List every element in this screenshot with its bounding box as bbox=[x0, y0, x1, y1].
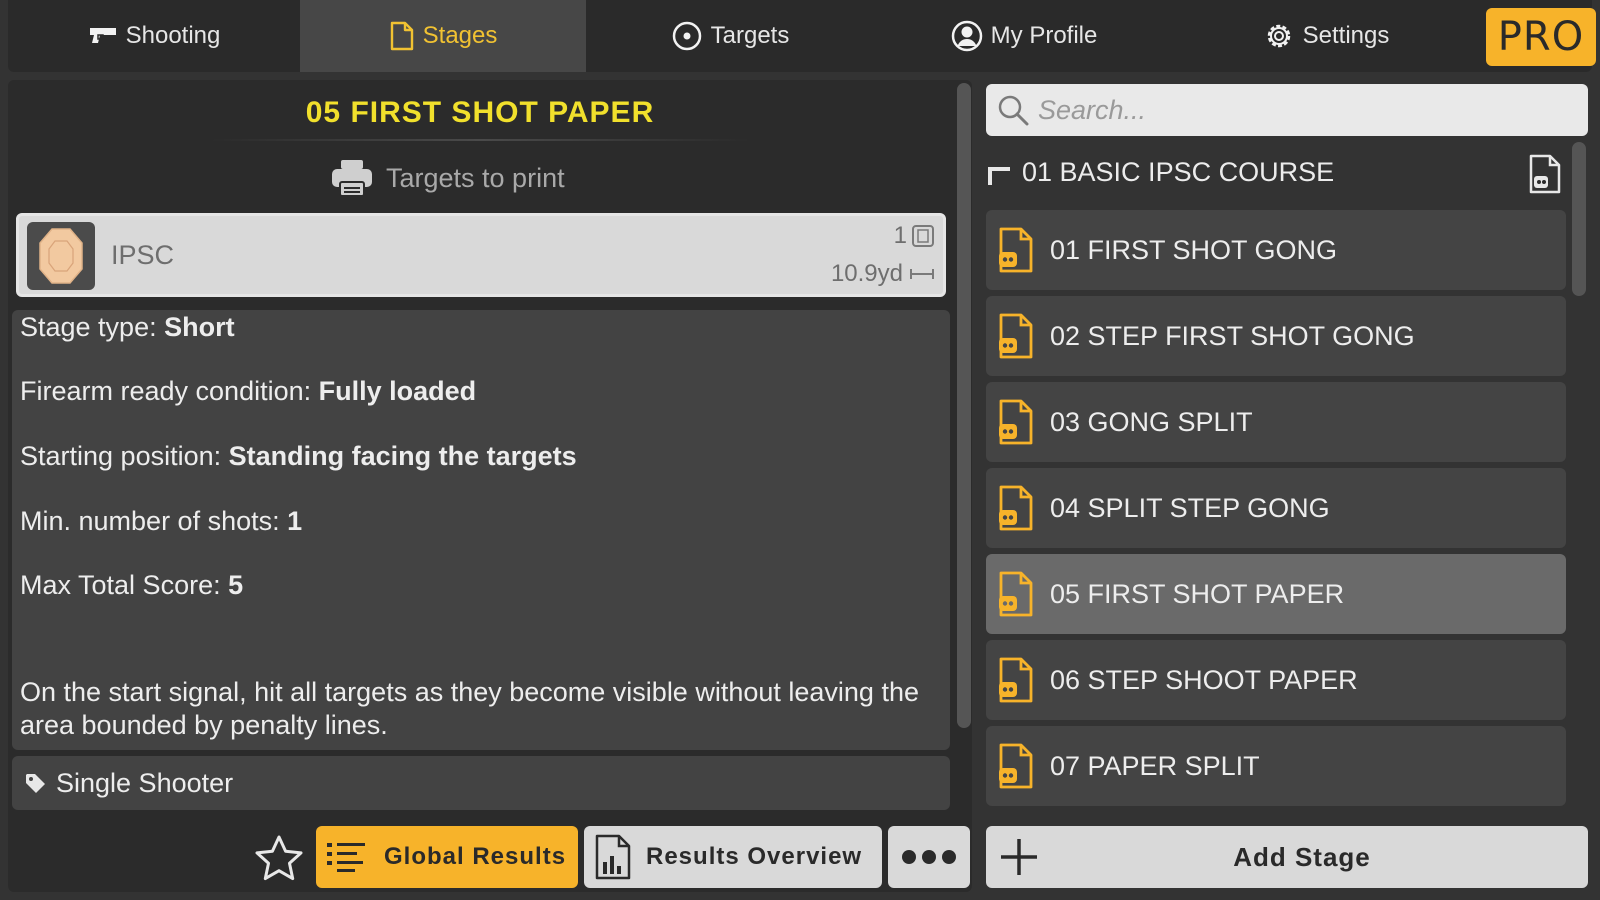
tab-label: Targets bbox=[710, 22, 790, 49]
add-stage-button[interactable]: Add Stage bbox=[986, 826, 1588, 888]
stage-list-label: 03 GONG SPLIT bbox=[1050, 406, 1253, 437]
more-dot-icon bbox=[942, 850, 956, 864]
corner-arrow-icon bbox=[988, 167, 1010, 185]
targets-to-print-button[interactable]: Targets to print bbox=[330, 156, 565, 200]
target-count-icon bbox=[912, 225, 934, 247]
stage-list-item[interactable]: 02 STEP FIRST SHOT GONG bbox=[986, 296, 1566, 376]
stage-list-label: 06 STEP SHOOT PAPER bbox=[1050, 664, 1358, 695]
target-distance-value: 10.9yd bbox=[830, 260, 903, 287]
tab-label: Settings bbox=[1302, 22, 1390, 49]
min-shots-value: 1 bbox=[287, 506, 303, 536]
results-overview-button[interactable]: Results Overview bbox=[584, 826, 882, 888]
tag-label: Single Shooter bbox=[56, 767, 234, 798]
max-score-line: Max Total Score: 5 bbox=[20, 570, 243, 601]
max-score-value: 5 bbox=[228, 570, 244, 600]
target-count: 1 bbox=[894, 222, 935, 250]
min-shots-line: Min. number of shots: 1 bbox=[20, 506, 302, 537]
target-name: IPSC bbox=[111, 240, 175, 270]
stage-file-icon bbox=[999, 227, 1033, 273]
global-results-label: Global Results bbox=[384, 843, 567, 870]
title-divider bbox=[210, 139, 750, 141]
starting-position-value: Standing facing the targets bbox=[228, 441, 577, 471]
tag-icon bbox=[26, 774, 45, 793]
gear-icon bbox=[1267, 24, 1290, 48]
stage-list-item[interactable]: 03 GONG SPLIT bbox=[986, 382, 1566, 462]
stage-file-icon bbox=[999, 399, 1033, 445]
stage-details: Stage type: Short Firearm ready conditio… bbox=[12, 310, 950, 750]
target-thumbnail bbox=[27, 222, 95, 290]
target-card[interactable]: IPSC 1 10.9yd bbox=[16, 213, 946, 297]
favorite-star-icon[interactable] bbox=[252, 833, 306, 887]
pistol-icon bbox=[89, 28, 116, 43]
ready-condition-label: Firearm ready condition: bbox=[20, 376, 312, 406]
stage-list-item[interactable]: 07 PAPER SPLIT bbox=[986, 726, 1566, 806]
stage-tag[interactable]: Single Shooter bbox=[12, 756, 950, 810]
pro-label: PRO bbox=[1497, 14, 1585, 60]
stage-file-icon bbox=[999, 657, 1033, 703]
stage-list-label: 01 FIRST SHOT GONG bbox=[1050, 234, 1338, 265]
course-file-icon[interactable] bbox=[1528, 154, 1562, 194]
global-results-button[interactable]: Global Results bbox=[316, 826, 578, 888]
detail-scrollbar[interactable] bbox=[957, 83, 971, 728]
more-dot-icon bbox=[902, 850, 916, 864]
printer-icon bbox=[332, 160, 372, 197]
target-icon bbox=[672, 21, 701, 51]
results-overview-label: Results Overview bbox=[646, 843, 863, 870]
stage-list-item[interactable]: 04 SPLIT STEP GONG bbox=[986, 468, 1566, 548]
search-bar[interactable] bbox=[986, 84, 1588, 136]
course-name: 01 BASIC IPSC COURSE bbox=[1022, 156, 1335, 187]
tab-my-profile[interactable]: My Profile bbox=[874, 0, 1174, 72]
tab-label: My Profile bbox=[990, 22, 1098, 49]
user-icon bbox=[951, 20, 982, 52]
distance-icon bbox=[910, 269, 934, 279]
list-icon bbox=[327, 843, 365, 872]
min-shots-label: Min. number of shots: bbox=[20, 506, 280, 536]
stage-file-icon bbox=[999, 313, 1033, 359]
max-score-label: Max Total Score: bbox=[20, 570, 221, 600]
stage-list-item-selected[interactable]: 05 FIRST SHOT PAPER bbox=[986, 554, 1566, 634]
tab-label: Stages bbox=[422, 22, 498, 49]
top-navigation: Shooting Stages Targets My Profile Setti… bbox=[8, 0, 1596, 72]
stage-file-icon bbox=[999, 485, 1033, 531]
document-icon bbox=[390, 21, 413, 51]
more-dot-icon bbox=[922, 850, 936, 864]
stage-title: 05 FIRST SHOT PAPER bbox=[305, 96, 655, 129]
ipsc-target-icon bbox=[39, 228, 83, 284]
course-header[interactable]: 01 BASIC IPSC COURSE bbox=[986, 144, 1566, 200]
tab-label: Shooting bbox=[125, 22, 221, 49]
stage-list-label: 05 FIRST SHOT PAPER bbox=[1050, 578, 1345, 609]
stage-list-item[interactable]: 01 FIRST SHOT GONG bbox=[986, 210, 1566, 290]
chart-document-icon bbox=[595, 834, 631, 880]
print-label: Targets to print bbox=[386, 162, 565, 193]
more-options-button[interactable] bbox=[888, 826, 970, 888]
search-input[interactable] bbox=[1038, 94, 1578, 126]
stage-list-item[interactable]: 06 STEP SHOOT PAPER bbox=[986, 640, 1566, 720]
stage-file-icon bbox=[999, 743, 1033, 789]
tab-stages[interactable]: Stages bbox=[300, 0, 586, 72]
target-distance: 10.9yd bbox=[831, 260, 935, 288]
stage-list-scrollbar[interactable] bbox=[1572, 142, 1586, 296]
search-icon bbox=[998, 95, 1029, 126]
tab-settings[interactable]: Settings bbox=[1174, 0, 1478, 72]
starting-position-label: Starting position: bbox=[20, 441, 222, 471]
add-stage-label: Add Stage bbox=[1233, 842, 1371, 872]
ready-condition-value: Fully loaded bbox=[318, 376, 477, 406]
ready-condition-line: Firearm ready condition: Fully loaded bbox=[20, 376, 476, 407]
stage-type-value: Short bbox=[164, 312, 235, 342]
stage-file-icon bbox=[999, 571, 1033, 617]
tab-targets[interactable]: Targets bbox=[586, 0, 874, 72]
stage-type-line: Stage type: Short bbox=[20, 312, 235, 343]
tab-shooting[interactable]: Shooting bbox=[8, 0, 300, 72]
target-count-value: 1 bbox=[893, 222, 907, 249]
stage-list-label: 07 PAPER SPLIT bbox=[1050, 750, 1260, 781]
stage-type-label: Stage type: bbox=[20, 312, 157, 342]
starting-position-line: Starting position: Standing facing the t… bbox=[20, 441, 577, 472]
stage-list-label: 02 STEP FIRST SHOT GONG bbox=[1050, 320, 1415, 351]
stage-description: On the start signal, hit all targets as … bbox=[20, 677, 919, 740]
stage-list-label: 04 SPLIT STEP GONG bbox=[1050, 492, 1330, 523]
pro-badge[interactable]: PRO bbox=[1486, 8, 1596, 66]
